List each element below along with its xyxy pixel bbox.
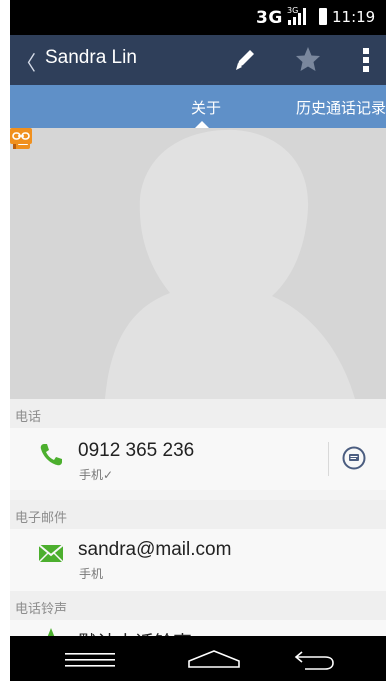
back-icon[interactable] [293,648,335,670]
phone-screen: 3G 3G 11:19 〈 Sandra Lin 关于 历史通话记录 电话 09… [10,0,386,681]
tab-bar: 关于 历史通话记录 [10,85,386,128]
email-address[interactable]: sandra@mail.com [78,539,231,561]
section-header-ringtone: 电话铃声 [10,591,386,620]
svg-text:3G: 3G [287,6,298,15]
row-divider [328,442,329,476]
status-time: 11:19 [332,8,376,26]
person-silhouette-icon [10,128,386,399]
email-row[interactable]: sandra@mail.com 手机 [10,529,386,591]
overflow-menu-icon[interactable] [362,47,370,73]
contact-photo[interactable] [10,128,386,399]
email-type: 手机 [79,567,104,581]
phone-number[interactable]: 0912 365 236 [78,440,194,462]
email-icon [38,544,64,563]
star-icon[interactable] [294,44,322,74]
home-icon[interactable] [188,650,240,668]
contact-name-title: Sandra Lin [45,47,137,68]
tab-about[interactable]: 关于 [191,97,221,118]
section-header-email: 电子邮件 [10,500,386,529]
section-label-ringtone: 电话铃声 [15,602,68,617]
link-icon[interactable] [10,128,32,144]
pencil-icon[interactable] [233,46,257,72]
tab-selected-indicator [195,121,209,128]
network-type: 3G [256,8,283,28]
tab-call-history[interactable]: 历史通话记录 [296,97,386,118]
phone-icon [40,444,62,466]
back-arrow-icon[interactable]: 〈 [16,47,36,76]
section-header-phone: 电话 [10,399,386,428]
message-icon[interactable] [342,446,366,470]
section-label-phone: 电话 [15,410,42,425]
signal-icon: 3G [287,6,306,25]
phone-type: 手机✓ [79,468,114,482]
device-frame [0,0,10,681]
navigation-bar [10,636,386,681]
battery-icon [319,8,327,25]
recent-apps-icon[interactable] [65,652,115,668]
action-bar: 〈 Sandra Lin [10,35,386,85]
phone-row[interactable]: 0912 365 236 手机✓ [10,428,386,490]
status-bar: 3G 3G 11:19 [10,0,386,35]
section-label-email: 电子邮件 [15,511,68,526]
